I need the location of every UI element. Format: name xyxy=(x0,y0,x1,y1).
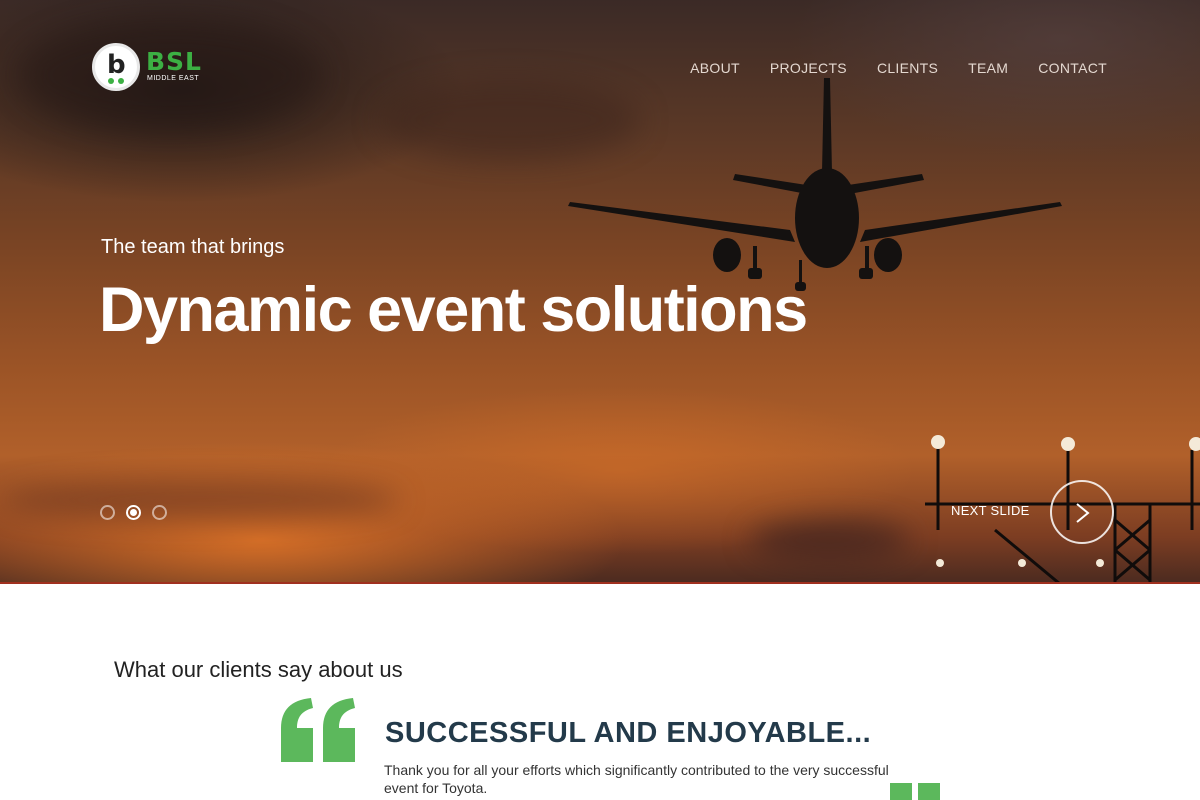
slider-dot-1[interactable] xyxy=(100,505,115,520)
hero-divider xyxy=(0,582,1200,584)
hero-tagline: The team that brings xyxy=(101,236,285,258)
slider-dot-2[interactable] xyxy=(126,505,141,520)
cloud xyxy=(750,520,910,560)
testimonial-heading: SUCCESSFUL AND ENJOYABLE... xyxy=(385,717,872,749)
testimonial-body: Thank you for all your efforts which sig… xyxy=(384,762,889,796)
next-slide-label[interactable]: NEXT SLIDE xyxy=(951,503,1030,518)
quote-close-icon xyxy=(890,783,940,800)
hero-slider: b BSL MIDDLE EAST ABOUT PROJECTS CLIENTS… xyxy=(0,0,1200,584)
slider-dots xyxy=(100,505,167,520)
testimonials-title: What our clients say about us xyxy=(114,657,403,682)
chevron-right-icon xyxy=(1076,503,1090,523)
cloud xyxy=(0,480,400,520)
brand-name: BSL xyxy=(146,47,202,76)
airplane-image xyxy=(568,78,1062,291)
logo-dot xyxy=(108,78,114,84)
hero-headline: Dynamic event solutions xyxy=(99,275,808,345)
quote-open-icon xyxy=(281,698,355,762)
logo-emblem: b xyxy=(92,43,140,91)
slider-dot-3[interactable] xyxy=(152,505,167,520)
brand-subtitle: MIDDLE EAST xyxy=(147,75,200,82)
runway-lights-image xyxy=(925,435,1200,584)
next-slide-button[interactable] xyxy=(1050,480,1114,544)
brand-logo[interactable]: b BSL MIDDLE EAST xyxy=(92,43,220,91)
logo-dot xyxy=(118,78,124,84)
logo-emblem-glyph: b xyxy=(107,50,126,80)
